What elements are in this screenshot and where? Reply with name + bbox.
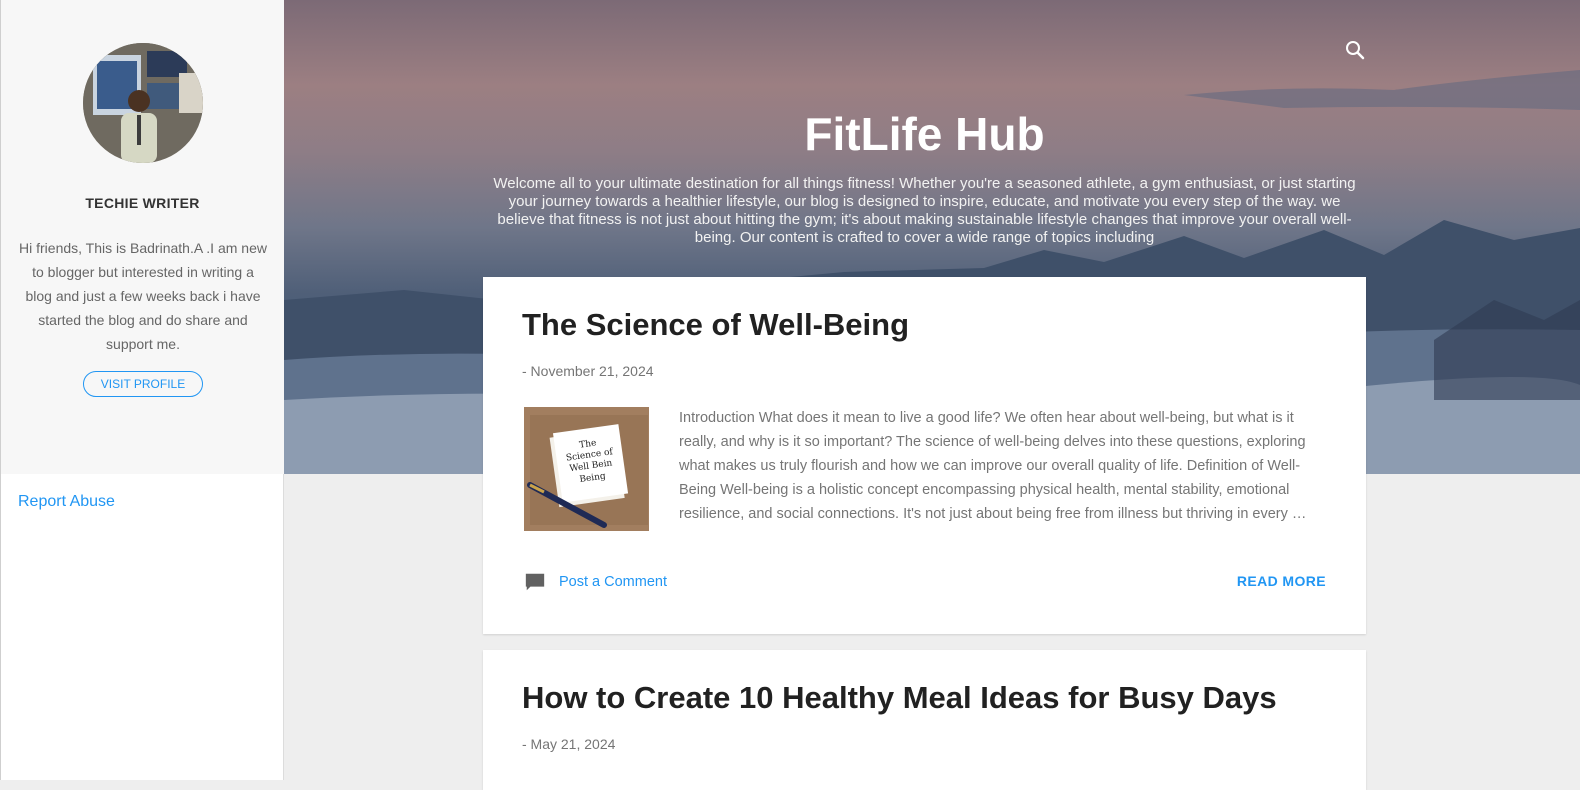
comment-label[interactable]: Post a Comment bbox=[559, 574, 667, 590]
post-date[interactable]: - May 21, 2024 bbox=[522, 736, 615, 752]
read-more-button[interactable]: READ MORE bbox=[1237, 573, 1326, 589]
sidebar: TECHIE WRITER Hi friends, This is Badrin… bbox=[0, 0, 284, 780]
post-date[interactable]: - November 21, 2024 bbox=[522, 363, 654, 379]
author-bio: Hi friends, This is Badrinath.A .I am ne… bbox=[19, 240, 267, 352]
search-icon[interactable] bbox=[1343, 38, 1367, 62]
post-card: How to Create 10 Healthy Meal Ideas for … bbox=[483, 650, 1366, 790]
author-avatar[interactable] bbox=[83, 43, 203, 163]
report-abuse-link[interactable]: Report Abuse bbox=[18, 493, 115, 511]
post-snippet: Introduction What does it mean to live a… bbox=[679, 410, 1307, 522]
post-title[interactable]: How to Create 10 Healthy Meal Ideas for … bbox=[522, 680, 1277, 716]
profile-panel: TECHIE WRITER Hi friends, This is Badrin… bbox=[1, 0, 284, 474]
blog-description: Welcome all to your ultimate destination… bbox=[493, 175, 1356, 246]
post-thumbnail[interactable]: The Science of Well Bein Being bbox=[524, 407, 649, 531]
post-comment-link[interactable]: Post a Comment bbox=[524, 570, 667, 594]
comment-icon bbox=[525, 573, 545, 591]
blog-title[interactable]: FitLife Hub bbox=[483, 107, 1366, 161]
visit-profile-button[interactable]: VISIT PROFILE bbox=[83, 371, 203, 397]
author-name: TECHIE WRITER bbox=[85, 195, 200, 211]
post-title[interactable]: The Science of Well-Being bbox=[522, 307, 909, 343]
post-card: The Science of Well-Being - November 21,… bbox=[483, 277, 1366, 634]
